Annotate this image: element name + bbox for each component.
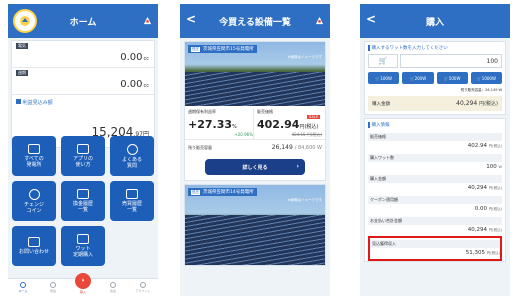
info-item: クーポン適用額 0.00 円(税込) <box>368 196 502 212</box>
page-title: ホーム <box>69 17 97 28</box>
plant-name-tag: 低圧 茨城県笠間市15号発電所 <box>188 45 257 53</box>
balance-value: 0.00cc <box>120 52 149 63</box>
plant-image: 低圧 茨城県笠間市14号発電所 ※画像はイメージです <box>185 185 325 265</box>
plant-list-screen: < 今買える設備一覧 低圧 茨城県笠間市15号発電所 ※画像はイメージです 週期保… <box>180 4 330 296</box>
purchase-total: 購入金額 40,294 円(税込) <box>368 96 502 111</box>
balance-label: 週期 <box>16 70 28 76</box>
quantity-500-button[interactable]: 🛒 500 W <box>436 72 468 84</box>
tab-account[interactable]: アカウント <box>130 282 156 293</box>
exchange-icon <box>110 282 116 288</box>
tab-home[interactable]: ホーム <box>10 282 36 293</box>
tab-generation[interactable]: 発電 <box>40 282 66 293</box>
chevron-right-icon: › <box>296 163 299 170</box>
balance-row: 週期 0.00cc <box>12 68 154 95</box>
plant-card[interactable]: 低圧 茨城県笠間市14号発電所 ※画像はイメージです <box>184 184 326 266</box>
remaining-capacity: 残り販売容量 26,149 / 84,600 W <box>185 139 325 155</box>
menu-exchange-history[interactable]: 換金履歴 一覧 <box>61 181 105 221</box>
app-logo-icon[interactable] <box>13 9 37 33</box>
quantity-100-button[interactable]: 🛒 100 W <box>368 72 400 84</box>
back-icon[interactable]: < <box>186 12 196 26</box>
menu-change-coin[interactable]: チェンジ コイン <box>12 181 56 221</box>
home-icon <box>20 282 26 288</box>
sale-badge: SALE <box>307 115 320 119</box>
info-item: 購入金額 40,294 円(税込) <box>368 175 502 191</box>
list-icon <box>126 189 138 199</box>
phone-icon <box>77 144 89 154</box>
user-icon <box>140 282 146 288</box>
menu-grid: すべての 発電所 アプリの 使い方 よくある 質問 チェンジ コイン 換金履歴 一覧 売買… <box>12 136 154 266</box>
cart-icon: 🛒 <box>368 54 398 68</box>
remaining-capacity: 残り販売容量：26,149 W <box>460 88 502 92</box>
price-stat: 販売価格 SALE 402.94円(税込) 424.15 円(税込) <box>253 109 322 139</box>
menu-watt-subscription[interactable]: ワット 定期購入 <box>61 226 105 266</box>
details-button[interactable]: 詳しく見る › <box>205 159 305 175</box>
menu-contact[interactable]: お問い合わせ <box>12 226 56 266</box>
cart-icon <box>77 234 89 244</box>
home-screen: ホーム 電気 0.00cc 週期 0.00cc 利益見込み額 15,204.97… <box>8 4 158 296</box>
expected-income-item: 見込獲得収入 51,305 円(税込) <box>368 236 502 261</box>
tab-buy[interactable]: ¥ 購入 <box>70 272 96 294</box>
quantity-200-button[interactable]: 🛒 200 W <box>402 72 434 84</box>
tab-bar: ホーム 発電 ¥ 購入 換金 アカウント <box>8 272 158 296</box>
plant-icon <box>28 144 40 154</box>
info-item: お支払い合計金額 40,294 円(税込) <box>368 217 502 233</box>
tab-exchange[interactable]: 換金 <box>100 282 126 293</box>
question-icon <box>126 143 138 155</box>
watt-quantity-input[interactable]: 100 <box>400 54 502 68</box>
plant-card[interactable]: 低圧 茨城県笠間市15号発電所 ※画像はイメージです 週期保有利益率 +27.33… <box>184 41 326 181</box>
menu-faq[interactable]: よくある 質問 <box>110 136 154 176</box>
plant-list-header: < 今買える設備一覧 <box>180 4 330 38</box>
coin-icon <box>28 188 40 200</box>
purchase-header: < 購入 <box>360 4 510 38</box>
plant-stats: 週期保有利益率 +27.33% +20.96% 販売価格 SALE 402.94… <box>185 106 325 139</box>
page-title: 今買える設備一覧 <box>219 17 291 28</box>
plant-name-tag: 低圧 茨城県笠間市14号発電所 <box>188 188 257 196</box>
balance-label: 電気 <box>16 43 28 49</box>
brand-logo-icon <box>315 16 324 25</box>
document-icon <box>77 189 89 199</box>
balance-row: 電気 0.00cc <box>12 41 154 68</box>
home-header: ホーム <box>8 4 158 38</box>
quantity-1000-button[interactable]: 🛒 1000 W <box>470 72 502 84</box>
menu-how-to-use[interactable]: アプリの 使い方 <box>61 136 105 176</box>
mail-icon <box>28 237 40 247</box>
image-note: ※画像はイメージです <box>287 55 322 59</box>
quick-quantity-buttons: 🛒 100 W 🛒 200 W 🛒 500 W 🛒 1000 W <box>368 72 502 84</box>
menu-all-plants[interactable]: すべての 発電所 <box>12 136 56 176</box>
sun-icon <box>50 282 56 288</box>
quantity-section: 購入するワット数を入力してください 🛒 100 🛒 100 W 🛒 200 W 🛒 500… <box>364 41 506 115</box>
info-item: 販売価格 402.94 円(税込) <box>368 133 502 149</box>
balance-value: 0.00cc <box>120 79 149 90</box>
back-icon[interactable]: < <box>366 12 376 26</box>
profit-label: 利益見込み額 <box>16 99 53 106</box>
info-item: 購入ワット数 100 W <box>368 154 502 170</box>
page-title: 購入 <box>425 17 444 28</box>
menu-trade-history[interactable]: 売買履歴 一覧 <box>110 181 154 221</box>
purchase-info-section: 購入情報 販売価格 402.94 円(税込) 購入ワット数 100 W 購入金額 40… <box>364 118 506 262</box>
brand-logo-icon <box>143 16 152 25</box>
purchase-screen: < 購入 購入するワット数を入力してください 🛒 100 🛒 100 W 🛒 200 W… <box>360 4 510 296</box>
balance-card: 電気 0.00cc 週期 0.00cc 利益見込み額 15,204.97円 <box>11 40 155 148</box>
image-note: ※画像はイメージです <box>287 198 322 202</box>
yield-stat: 週期保有利益率 +27.33% +20.96% <box>188 109 253 137</box>
plant-image: 低圧 茨城県笠間市15号発電所 ※画像はイメージです <box>185 42 325 106</box>
chart-icon <box>16 99 21 104</box>
buy-icon: ¥ <box>75 272 91 289</box>
